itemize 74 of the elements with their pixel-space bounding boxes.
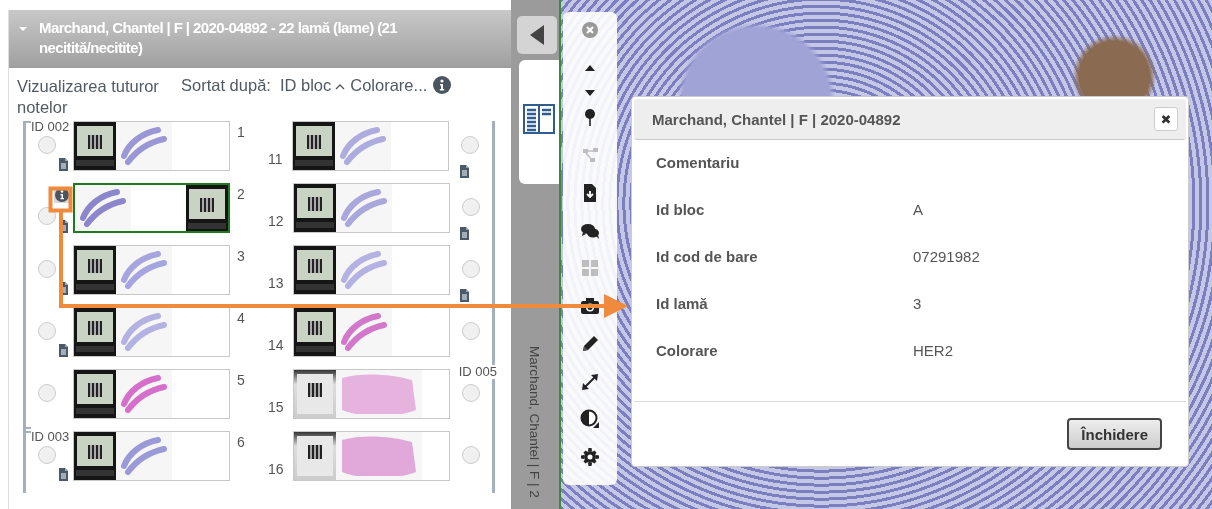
slide-number: 12: [268, 213, 284, 229]
slide-thumbnail[interactable]: [73, 369, 230, 419]
highlight-frame: [48, 186, 73, 213]
radio-button[interactable]: [461, 322, 480, 340]
slide-thumbnail[interactable]: [292, 245, 450, 295]
note-icon[interactable]: [58, 344, 69, 357]
close-dialog-button[interactable]: Închidere: [1067, 418, 1162, 450]
radio-button[interactable]: [461, 260, 480, 278]
slide-number: 3: [237, 248, 245, 264]
slide-number: 14: [268, 337, 284, 353]
note-icon[interactable]: [58, 468, 69, 481]
expand-arrows-icon[interactable]: [580, 371, 600, 392]
view-notes-link[interactable]: Vizualizarea tuturor notelor: [17, 76, 167, 118]
radio-button[interactable]: [38, 260, 56, 278]
field-label: Id lamă: [656, 295, 709, 314]
radio-button[interactable]: [38, 322, 56, 340]
block-id-label: ID 003: [31, 430, 70, 444]
sort-option[interactable]: Colorare...: [350, 76, 428, 95]
slide-number: 16: [268, 461, 284, 477]
settings-icon[interactable]: [580, 447, 600, 468]
slide-number: 4: [237, 310, 245, 326]
radio-button[interactable]: [38, 136, 56, 154]
field-value: A: [913, 201, 923, 220]
sort-label: Sortat după:: [181, 76, 271, 95]
slide-thumbnail[interactable]: [73, 245, 230, 295]
dialog-title: Marchand, Chantel | F | 2020-04892: [652, 110, 901, 128]
radio-button[interactable]: [461, 384, 480, 402]
slide-thumbnail[interactable]: [73, 431, 230, 481]
collapse-button[interactable]: [517, 16, 557, 54]
radio-button[interactable]: [460, 136, 479, 154]
slide-thumbnail[interactable]: [73, 121, 230, 171]
radio-button[interactable]: [38, 384, 56, 402]
field-value: 3: [913, 295, 922, 314]
panel-tab[interactable]: [519, 60, 559, 184]
note-icon[interactable]: [459, 227, 470, 240]
radio-button[interactable]: [461, 198, 480, 216]
radio-button[interactable]: [38, 207, 56, 225]
slide-number: 11: [268, 151, 283, 167]
sort-option[interactable]: ID bloc: [279, 76, 332, 95]
field-value: HER2: [913, 342, 953, 361]
slide-number: 2: [237, 186, 245, 202]
field-label: Comentariu: [656, 154, 741, 173]
close-button[interactable]: ✖: [1154, 107, 1178, 131]
slide-number: 13: [268, 275, 284, 291]
slide-number: 6: [237, 434, 245, 450]
field-label: Id bloc: [656, 201, 706, 220]
slide-thumbnail[interactable]: [73, 307, 230, 357]
block-id-label: ID 005: [458, 365, 497, 379]
chevron-up-icon[interactable]: [335, 83, 346, 91]
pencil-icon[interactable]: [580, 333, 600, 354]
field-value: 07291982: [913, 248, 980, 267]
slide-thumbnail[interactable]: [292, 183, 450, 233]
radio-button[interactable]: [461, 446, 480, 464]
note-icon[interactable]: [459, 165, 470, 178]
field-label: Id cod de bare: [656, 248, 759, 267]
note-icon[interactable]: [58, 158, 69, 171]
field-label: Colorare: [656, 342, 719, 361]
slide-number: 15: [268, 399, 284, 415]
slide-thumbnail[interactable]: [292, 369, 450, 419]
slide-thumbnail[interactable]: [292, 307, 450, 357]
case-title: Marchand, Chantel | F | 2020-04892 - 22 lamă (lame) (21 necitită/necitite): [39, 18, 399, 58]
info-icon[interactable]: [433, 76, 452, 94]
slide-number: 5: [237, 372, 245, 388]
block-id-label: ID 002: [31, 120, 70, 134]
list-view-icon[interactable]: [523, 104, 555, 134]
collapsed-case-title: Marchand, Chantel | F | 2: [527, 346, 542, 498]
slide-thumbnail[interactable]: [291, 121, 449, 171]
slide-thumbnail[interactable]: [73, 183, 230, 233]
radio-button[interactable]: [38, 446, 56, 464]
slide-thumbnail[interactable]: [292, 431, 450, 481]
contrast-icon[interactable]: [580, 409, 600, 430]
slide-number: 1: [237, 124, 245, 140]
close-icon[interactable]: [580, 20, 600, 40]
note-icon[interactable]: [459, 289, 470, 302]
